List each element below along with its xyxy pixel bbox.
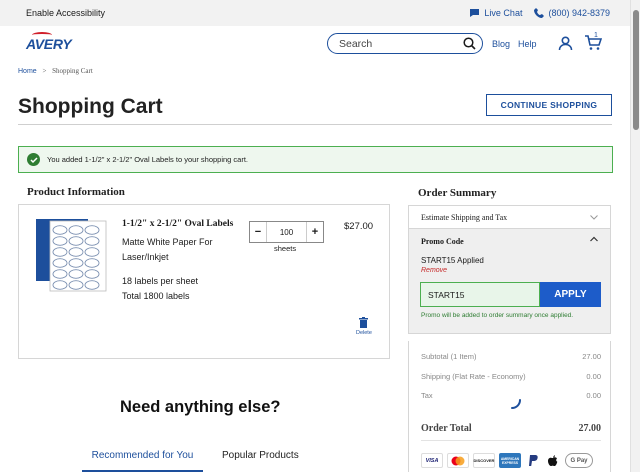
tax-label: Tax [421, 391, 433, 400]
scrollbar-thumb[interactable] [633, 10, 639, 130]
phone-icon [534, 8, 545, 18]
subtotal-label: Subtotal (1 Item) [421, 352, 477, 361]
shipping-row: Shipping (Flat Rate - Economy) 0.00 [421, 372, 601, 381]
nav-blog[interactable]: Blog [492, 39, 510, 49]
account-icon[interactable] [558, 36, 573, 51]
site-header: AVERY Search Blog Help 1 [0, 26, 630, 62]
utility-bar: Enable Accessibility Live Chat (800) 942… [0, 0, 630, 26]
success-alert: You added 1-1/2" x 2-1/2" Oval Labels to… [18, 146, 613, 173]
google-pay-icon: G Pay [565, 453, 593, 468]
amex-icon: AMERICAN EXPRESS [499, 453, 521, 468]
breadcrumb-separator: > [42, 67, 47, 75]
chevron-up-icon[interactable] [590, 236, 598, 242]
payment-methods: VISA DISCOVER AMERICAN EXPRESS G Pay [421, 453, 593, 468]
contact-links: Live Chat (800) 942-8379 [469, 8, 610, 18]
search-placeholder: Search [339, 37, 373, 50]
discover-icon: DISCOVER [473, 453, 495, 468]
quantity-unit: sheets [274, 244, 297, 253]
apple-pay-icon [545, 453, 561, 468]
apply-promo-button[interactable]: APPLY [540, 282, 601, 307]
order-total-row: Order Total 27.00 [421, 423, 601, 434]
promo-code-panel: Promo Code START15 Applied Remove START1… [408, 229, 611, 334]
divider [18, 124, 612, 125]
product-info-heading: Product Information [27, 186, 125, 198]
phone-number: (800) 942-8379 [548, 8, 610, 18]
product-specs: 18 labels per sheet Total 1800 labels [122, 274, 198, 304]
order-total-value: 27.00 [578, 423, 602, 434]
product-description: Matte White Paper For Laser/Inkjet [122, 235, 242, 265]
total-labels: Total 1800 labels [122, 291, 190, 301]
estimate-shipping-toggle[interactable]: Estimate Shipping and Tax [408, 205, 611, 229]
enable-accessibility-link[interactable]: Enable Accessibility [26, 8, 105, 18]
check-icon [27, 153, 40, 166]
decrease-qty-button[interactable]: − [250, 226, 266, 238]
visa-icon: VISA [421, 453, 443, 468]
order-total-label: Order Total [421, 423, 472, 434]
delete-label: Delete [356, 330, 372, 336]
product-name[interactable]: 1-1/2" x 2-1/2" Oval Labels [122, 219, 233, 229]
page-title: Shopping Cart [18, 95, 163, 118]
continue-shopping-button[interactable]: CONTINUE SHOPPING [486, 94, 612, 116]
labels-per-sheet: 18 labels per sheet [122, 276, 199, 286]
divider [421, 440, 601, 441]
delete-button[interactable]: Delete [356, 317, 372, 336]
order-summary-heading: Order Summary [418, 187, 497, 199]
chevron-down-icon [590, 214, 598, 220]
product-desc-line2: Laser/Inkjet [122, 252, 169, 262]
quantity-stepper: − 100 + [249, 221, 324, 243]
product-image[interactable] [36, 219, 108, 293]
product-desc-line1: Matte White Paper For [122, 237, 213, 247]
promo-code-heading: Promo Code [421, 237, 464, 246]
shipping-label: Shipping (Flat Rate - Economy) [421, 372, 526, 381]
breadcrumb-current: Shopping Cart [52, 67, 93, 75]
cart-item: 1-1/2" x 2-1/2" Oval Labels Matte White … [18, 204, 390, 359]
avery-logo[interactable]: AVERY [26, 32, 72, 52]
loading-spinner-icon [511, 399, 521, 409]
trash-icon [359, 317, 369, 328]
tab-recommended[interactable]: Recommended for You [82, 443, 203, 472]
remove-promo-link[interactable]: Remove [421, 267, 447, 274]
alert-message: You added 1-1/2" x 2-1/2" Oval Labels to… [47, 155, 249, 164]
quantity-input[interactable]: 100 [266, 222, 307, 242]
live-chat-link[interactable]: Live Chat [469, 8, 522, 18]
promo-applied-text: START15 Applied [421, 256, 484, 265]
subtotal-value: 27.00 [582, 352, 601, 361]
search-input[interactable]: Search [327, 33, 483, 54]
increase-qty-button[interactable]: + [307, 226, 323, 238]
cart-icon [585, 35, 603, 50]
phone-link[interactable]: (800) 942-8379 [534, 8, 610, 18]
breadcrumb: Home > Shopping Cart [18, 67, 93, 75]
tab-popular[interactable]: Popular Products [222, 450, 299, 461]
cart-button[interactable]: 1 [584, 32, 603, 56]
chat-icon [470, 9, 480, 17]
need-anything-heading: Need anything else? [120, 398, 281, 416]
breadcrumb-home[interactable]: Home [18, 68, 37, 75]
item-price: $27.00 [344, 221, 374, 232]
nav-help[interactable]: Help [518, 39, 537, 49]
live-chat-label: Live Chat [484, 8, 523, 18]
cart-count: 1 [594, 32, 598, 39]
promo-note: Promo will be added to order summary onc… [421, 312, 574, 319]
paypal-icon [525, 453, 541, 468]
estimate-shipping-label: Estimate Shipping and Tax [421, 212, 508, 222]
search-icon[interactable] [463, 37, 476, 50]
page-scrollbar[interactable] [630, 0, 640, 472]
tax-value: 0.00 [586, 391, 601, 400]
promo-code-input[interactable]: START15 [420, 282, 540, 307]
subtotal-row: Subtotal (1 Item) 27.00 [421, 352, 601, 361]
mastercard-icon [447, 453, 469, 468]
shipping-value: 0.00 [586, 372, 601, 381]
